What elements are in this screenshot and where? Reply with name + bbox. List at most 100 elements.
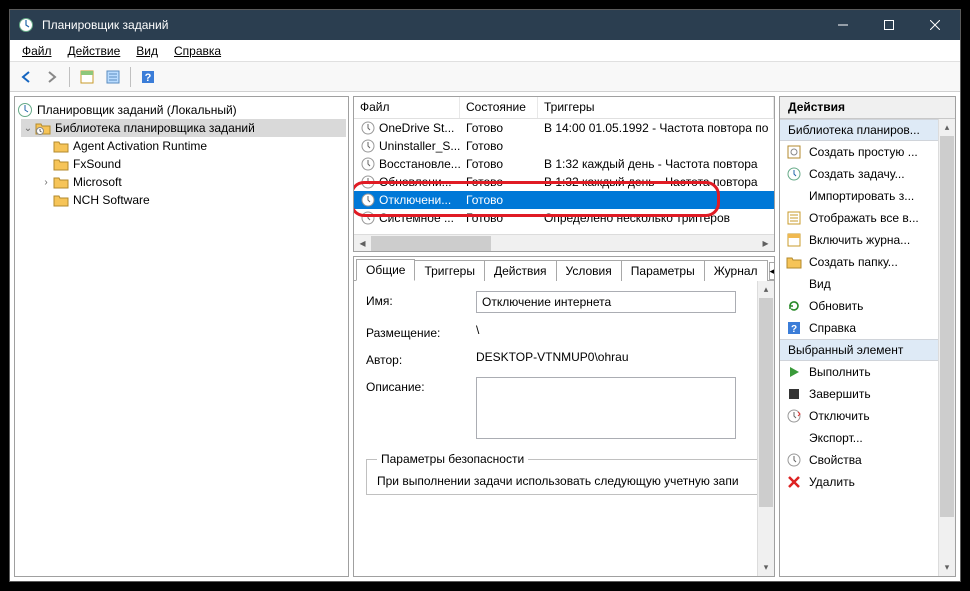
task-name: Восстановле... (379, 157, 460, 171)
action-run[interactable]: Выполнить (780, 361, 955, 383)
location-value: \ (476, 323, 762, 337)
col-state[interactable]: Состояние (460, 97, 538, 118)
properties-button[interactable] (75, 65, 99, 89)
action-view[interactable]: Вид▶ (780, 273, 955, 295)
clock-icon (360, 138, 376, 154)
action-import[interactable]: Импортировать з... (780, 185, 955, 207)
scroll-up-icon[interactable]: ▴ (939, 119, 955, 136)
section-label: Выбранный элемент (788, 343, 903, 357)
scroll-thumb[interactable] (940, 136, 954, 517)
tree-collapse-icon[interactable]: ⌄ (21, 123, 35, 134)
tab-settings[interactable]: Параметры (621, 260, 705, 281)
tab-history[interactable]: Журнал (704, 260, 768, 281)
tab-triggers[interactable]: Триггеры (414, 260, 485, 281)
security-legend: Параметры безопасности (377, 452, 528, 466)
action-label: Справка (809, 321, 856, 335)
action-show-all[interactable]: Отображать все в... (780, 207, 955, 229)
tree-item[interactable]: NCH Software (53, 191, 346, 209)
details-vscroll[interactable]: ▴ ▾ (757, 281, 774, 576)
action-disable[interactable]: Отключить (780, 405, 955, 427)
menubar: Файл Действие Вид Справка (10, 40, 960, 62)
back-button[interactable] (14, 65, 38, 89)
action-enable-log[interactable]: Включить журна... (780, 229, 955, 251)
task-row[interactable]: Восстановле... Готово В 1:32 каждый день… (354, 155, 774, 173)
tree-item[interactable]: FxSound (53, 155, 346, 173)
minimize-button[interactable] (820, 10, 866, 40)
scroll-thumb[interactable] (759, 298, 773, 507)
action-delete[interactable]: Удалить (780, 471, 955, 493)
scroll-right-icon[interactable]: ▸ (757, 235, 774, 252)
tab-actions[interactable]: Действия (484, 260, 557, 281)
clock-icon (360, 210, 376, 226)
svg-text:?: ? (791, 324, 797, 335)
import-icon (786, 188, 802, 204)
folder-icon (53, 192, 69, 208)
forward-button[interactable] (40, 65, 64, 89)
content-area: Планировщик заданий (Локальный) ⌄ Библио… (10, 92, 960, 581)
tree-library[interactable]: ⌄ Библиотека планировщика заданий (21, 119, 346, 137)
action-label: Включить журна... (809, 233, 910, 247)
close-button[interactable] (912, 10, 958, 40)
scroll-down-icon[interactable]: ▾ (758, 559, 774, 576)
list-button[interactable] (101, 65, 125, 89)
scroll-left-icon[interactable]: ◂ (354, 235, 371, 252)
actions-section-library[interactable]: Библиотека планиров... ▲ (780, 119, 955, 141)
menu-file[interactable]: Файл (14, 42, 60, 60)
app-window: Планировщик заданий Файл Действие Вид Сп… (9, 9, 961, 582)
actions-section-selected[interactable]: Выбранный элемент ▲ (780, 339, 955, 361)
task-row-selected[interactable]: Отключени... Готово (354, 191, 774, 209)
clock-icon (360, 174, 376, 190)
tree-item[interactable]: › Microsoft (39, 173, 346, 191)
scroll-down-icon[interactable]: ▾ (939, 559, 955, 576)
action-create-basic[interactable]: Создать простую ... (780, 141, 955, 163)
task-trigger: В 1:32 каждый день - Частота повтора (538, 175, 774, 189)
maximize-button[interactable] (866, 10, 912, 40)
tab-conditions[interactable]: Условия (556, 260, 622, 281)
clock-icon (360, 192, 376, 208)
help-icon: ? (786, 320, 802, 336)
action-end[interactable]: Завершить (780, 383, 955, 405)
tree-item-label: Microsoft (73, 175, 122, 189)
list-header: Файл Состояние Триггеры (354, 97, 774, 119)
col-triggers[interactable]: Триггеры (538, 97, 774, 118)
action-refresh[interactable]: Обновить (780, 295, 955, 317)
action-export[interactable]: Экспорт... (780, 427, 955, 449)
library-icon (35, 120, 51, 136)
name-label: Имя: (366, 291, 476, 308)
scroll-track[interactable] (371, 235, 757, 252)
delete-icon (786, 474, 802, 490)
name-field[interactable] (476, 291, 736, 313)
task-row[interactable]: OneDrive St... Готово В 14:00 01.05.1992… (354, 119, 774, 137)
action-help[interactable]: ? Справка (780, 317, 955, 339)
horizontal-scrollbar[interactable]: ◂ ▸ (354, 234, 774, 251)
tree-root[interactable]: Планировщик заданий (Локальный) (17, 101, 346, 119)
task-row[interactable]: Обновлени... Готово В 1:32 каждый день -… (354, 173, 774, 191)
tree-item[interactable]: Agent Activation Runtime (53, 137, 346, 155)
action-properties[interactable]: Свойства (780, 449, 955, 471)
menu-action[interactable]: Действие (60, 42, 129, 60)
action-new-folder[interactable]: Создать папку... (780, 251, 955, 273)
task-row[interactable]: Системное ... Готово Определено нескольк… (354, 209, 774, 227)
menu-help[interactable]: Справка (166, 42, 229, 60)
app-icon (18, 17, 34, 33)
tree-root-label: Планировщик заданий (Локальный) (37, 103, 237, 117)
actions-vscroll[interactable]: ▴ ▾ (938, 119, 955, 576)
scroll-up-icon[interactable]: ▴ (758, 281, 774, 298)
tree-library-label: Библиотека планировщика заданий (55, 121, 255, 135)
task-name: Системное ... (379, 211, 454, 225)
help-button[interactable]: ? (136, 65, 160, 89)
clock-icon (360, 156, 376, 172)
task-row[interactable]: Uninstaller_S... Готово (354, 137, 774, 155)
tab-general[interactable]: Общие (356, 259, 415, 281)
col-file[interactable]: Файл (354, 97, 460, 118)
tab-scroll-left[interactable]: ◂ (769, 262, 775, 280)
menu-view[interactable]: Вид (128, 42, 166, 60)
clock-icon (360, 120, 376, 136)
action-create-task[interactable]: Создать задачу... (780, 163, 955, 185)
scroll-thumb[interactable] (371, 236, 491, 251)
description-field[interactable] (476, 377, 736, 439)
scheduler-icon (17, 102, 33, 118)
tree-expand-icon[interactable]: › (39, 177, 53, 188)
author-label: Автор: (366, 350, 476, 367)
task-icon (786, 166, 802, 182)
